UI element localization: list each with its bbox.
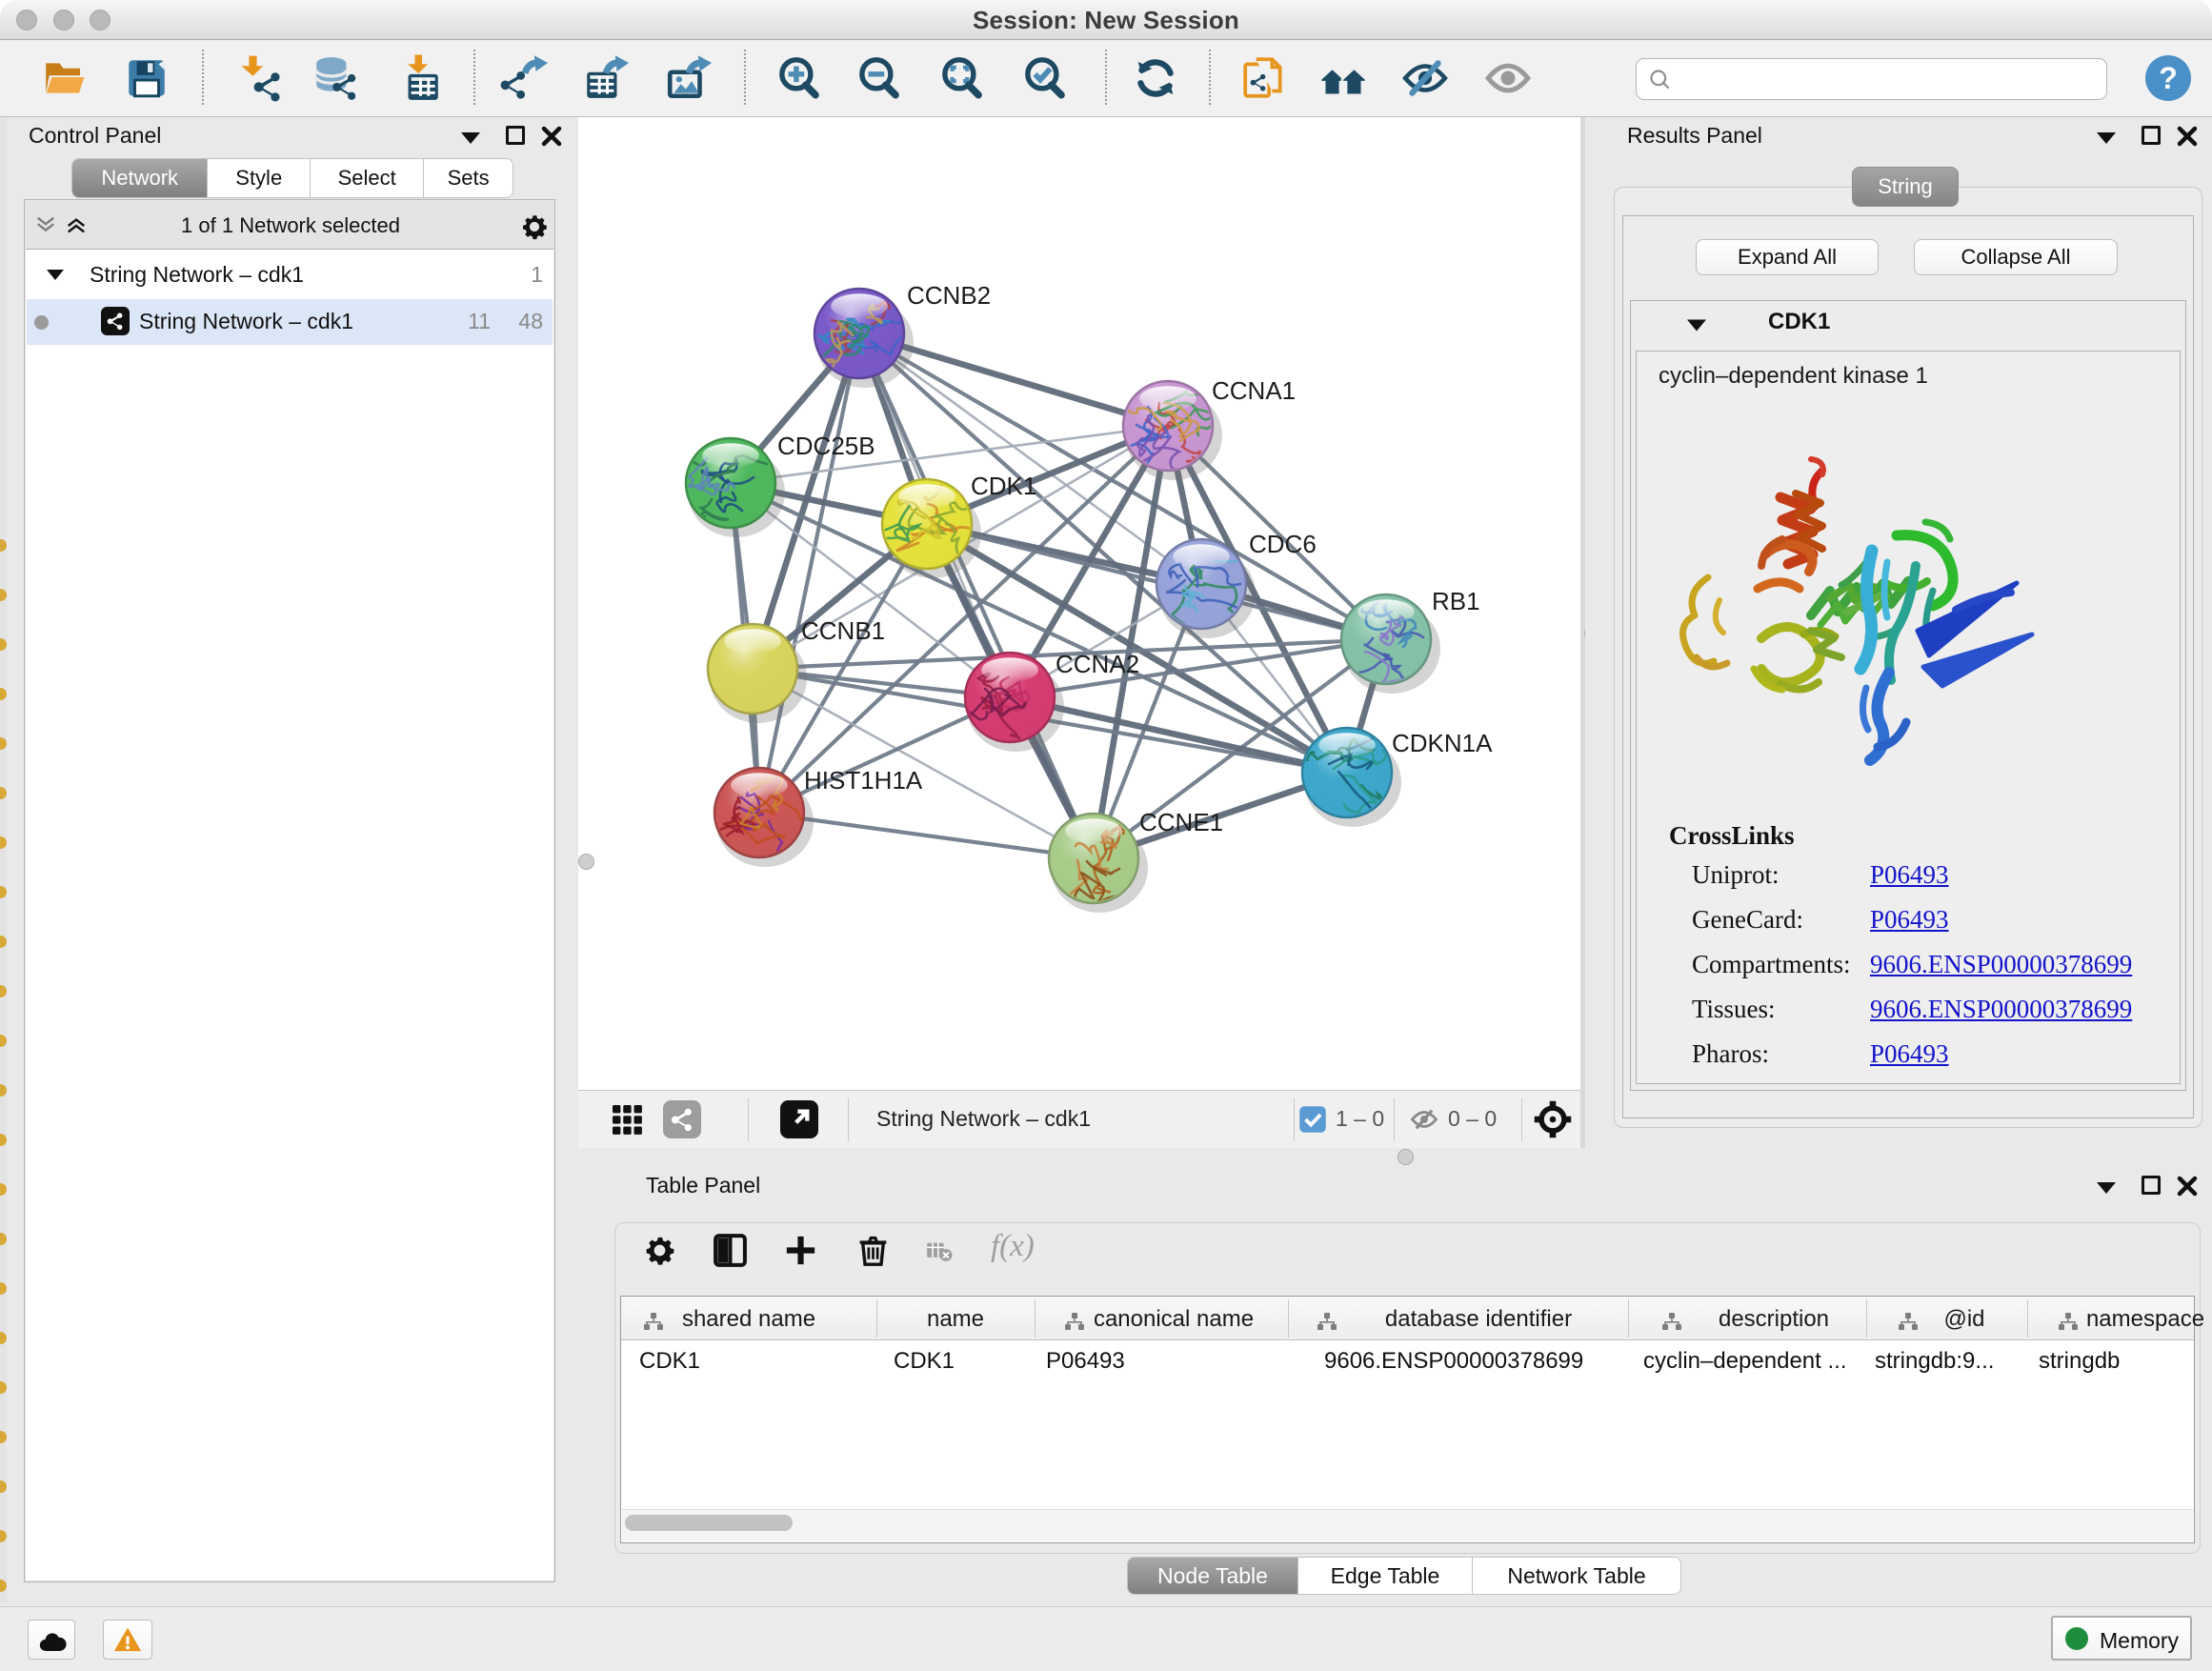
svg-text:CDC25B: CDC25B xyxy=(777,432,875,460)
svg-text:CCNA1: CCNA1 xyxy=(1212,376,1296,405)
svg-text:RB1: RB1 xyxy=(1432,587,1480,615)
svg-text:CDK1: CDK1 xyxy=(971,472,1036,500)
svg-text:CCNB2: CCNB2 xyxy=(907,281,991,310)
svg-text:CDKN1A: CDKN1A xyxy=(1392,729,1493,757)
svg-text:CCNA2: CCNA2 xyxy=(1056,650,1139,678)
svg-text:HIST1H1A: HIST1H1A xyxy=(804,766,923,795)
svg-text:CCNB1: CCNB1 xyxy=(801,616,885,645)
svg-text:CCNE1: CCNE1 xyxy=(1139,808,1223,836)
svg-text:CDC6: CDC6 xyxy=(1249,530,1317,558)
